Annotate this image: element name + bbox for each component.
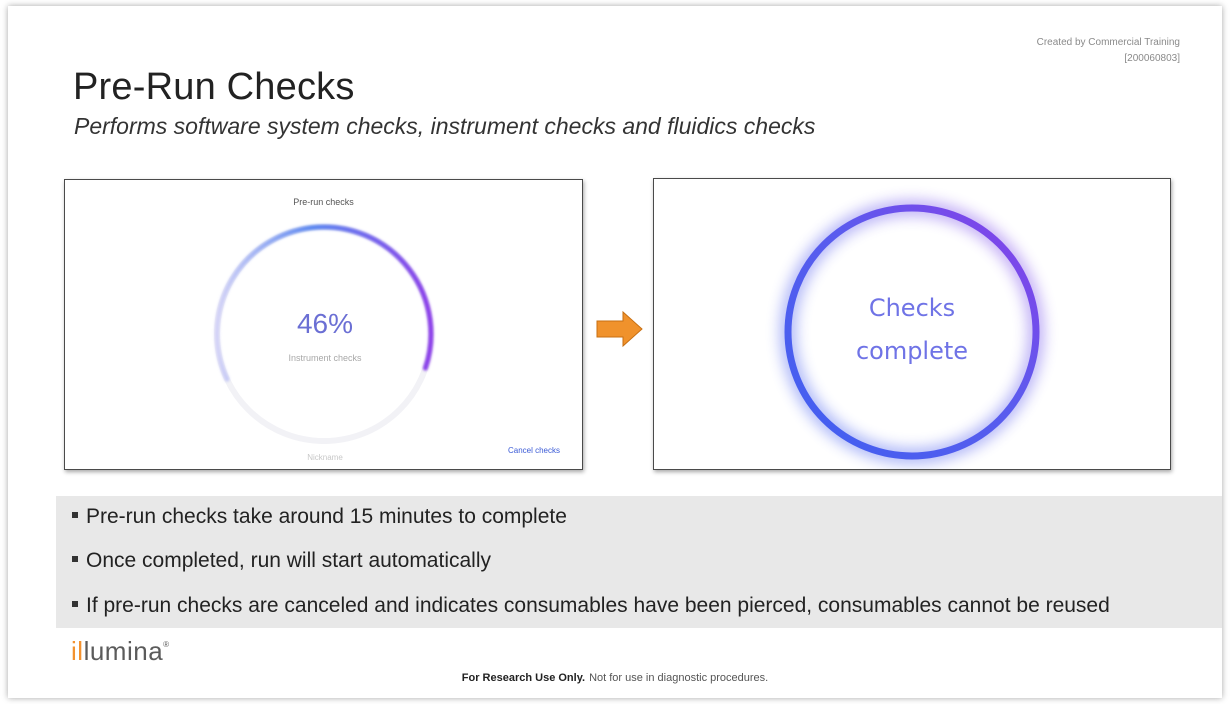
- bullet-list: Pre-run checks take around 15 minutes to…: [56, 496, 1222, 628]
- checks-complete-message: Checks complete: [810, 287, 1014, 373]
- logo-rest: lumina: [83, 636, 164, 666]
- illumina-logo: illumina®: [71, 636, 170, 667]
- footer-text: Not for use in diagnostic procedures.: [589, 672, 769, 684]
- nickname-label: Nickname: [307, 453, 343, 462]
- bullet-icon: [72, 601, 78, 608]
- logo-registered-mark: ®: [163, 640, 170, 649]
- footer-disclaimer: For Research Use Only. Not for use in dia…: [8, 672, 1222, 684]
- bullet-icon: [72, 512, 78, 519]
- page-subtitle: Performs software system checks, instrum…: [74, 113, 816, 139]
- bullet-icon: [72, 556, 78, 563]
- footer-bold: For Research Use Only.: [461, 672, 586, 684]
- checks-complete-line-2: complete: [855, 337, 969, 365]
- progress-status-label: Instrument checks: [288, 353, 362, 363]
- slide: Created by Commercial Training [20006080…: [8, 6, 1222, 698]
- logo-accent: il: [71, 636, 84, 666]
- checks-complete-screenshot: Checks complete: [653, 178, 1171, 470]
- pre-run-progress-screenshot: Pre-run checks 46% Instrument checks Nic…: [64, 179, 583, 470]
- list-item: If pre-run checks are canceled and indic…: [72, 594, 1110, 618]
- progress-percent: 46%: [296, 308, 354, 339]
- right-arrow-icon: [596, 310, 643, 348]
- bullet-text: If pre-run checks are canceled and indic…: [86, 594, 1110, 617]
- checks-complete-line-1: Checks: [868, 294, 956, 322]
- list-item: Once completed, run will start automatic…: [72, 549, 491, 573]
- credit-line-1: Created by Commercial Training: [1036, 37, 1180, 48]
- list-item: Pre-run checks take around 15 minutes to…: [72, 505, 567, 529]
- page-title: Pre-Run Checks: [73, 66, 355, 108]
- bullet-text: Pre-run checks take around 15 minutes to…: [86, 505, 567, 528]
- cancel-checks-button[interactable]: Cancel checks: [508, 446, 560, 455]
- credit-note: Created by Commercial Training [20006080…: [1037, 35, 1180, 67]
- credit-line-2: [200060803]: [1124, 53, 1180, 64]
- bullet-text: Once completed, run will start automatic…: [86, 549, 491, 572]
